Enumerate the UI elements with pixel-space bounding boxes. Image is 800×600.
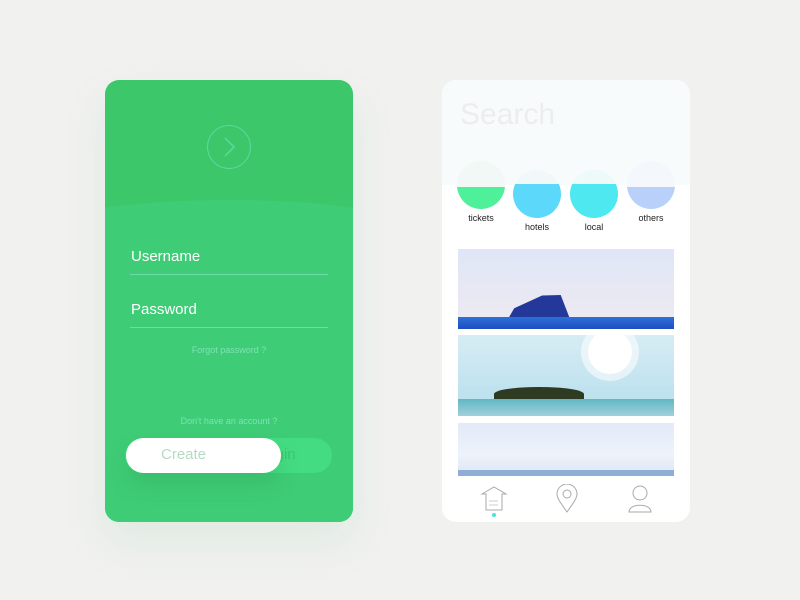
nav-home[interactable] bbox=[480, 484, 508, 512]
username-field[interactable]: Username bbox=[131, 248, 200, 265]
password-field[interactable]: Password bbox=[131, 301, 197, 318]
sea bbox=[458, 317, 674, 329]
sea bbox=[458, 399, 674, 416]
forgot-password-link[interactable]: Forgot password ? bbox=[105, 345, 353, 355]
category-tickets[interactable] bbox=[457, 161, 505, 209]
category-label: tickets bbox=[468, 213, 494, 223]
nav-profile[interactable] bbox=[628, 485, 652, 513]
category-hotels[interactable] bbox=[513, 170, 561, 218]
user-icon bbox=[628, 485, 652, 513]
touch-indicator bbox=[588, 335, 632, 374]
signup-prompt[interactable]: Don't have an account ? bbox=[105, 416, 353, 426]
login-card: Username Password Forgot password ? Don'… bbox=[105, 80, 353, 522]
arrow-right-icon[interactable] bbox=[207, 125, 251, 169]
category-label: others bbox=[638, 213, 664, 223]
home-icon bbox=[480, 486, 508, 511]
category-label: hotels bbox=[524, 222, 550, 232]
username-underline bbox=[130, 274, 328, 275]
rock-island bbox=[508, 295, 570, 319]
category-local[interactable] bbox=[570, 170, 618, 218]
destination-card[interactable] bbox=[458, 249, 674, 329]
create-button[interactable]: Create bbox=[161, 446, 206, 463]
password-underline bbox=[130, 327, 328, 328]
search-card: Search tickets hotels local others bbox=[442, 80, 690, 522]
sea bbox=[458, 470, 674, 476]
destination-card[interactable] bbox=[458, 423, 674, 476]
destination-card[interactable] bbox=[458, 335, 674, 416]
category-label: local bbox=[584, 222, 604, 232]
search-input[interactable]: Search bbox=[460, 98, 555, 132]
location-pin-icon bbox=[556, 484, 578, 513]
category-others[interactable] bbox=[627, 161, 675, 209]
nav-location[interactable] bbox=[556, 484, 578, 514]
active-nav-dot bbox=[492, 513, 496, 517]
